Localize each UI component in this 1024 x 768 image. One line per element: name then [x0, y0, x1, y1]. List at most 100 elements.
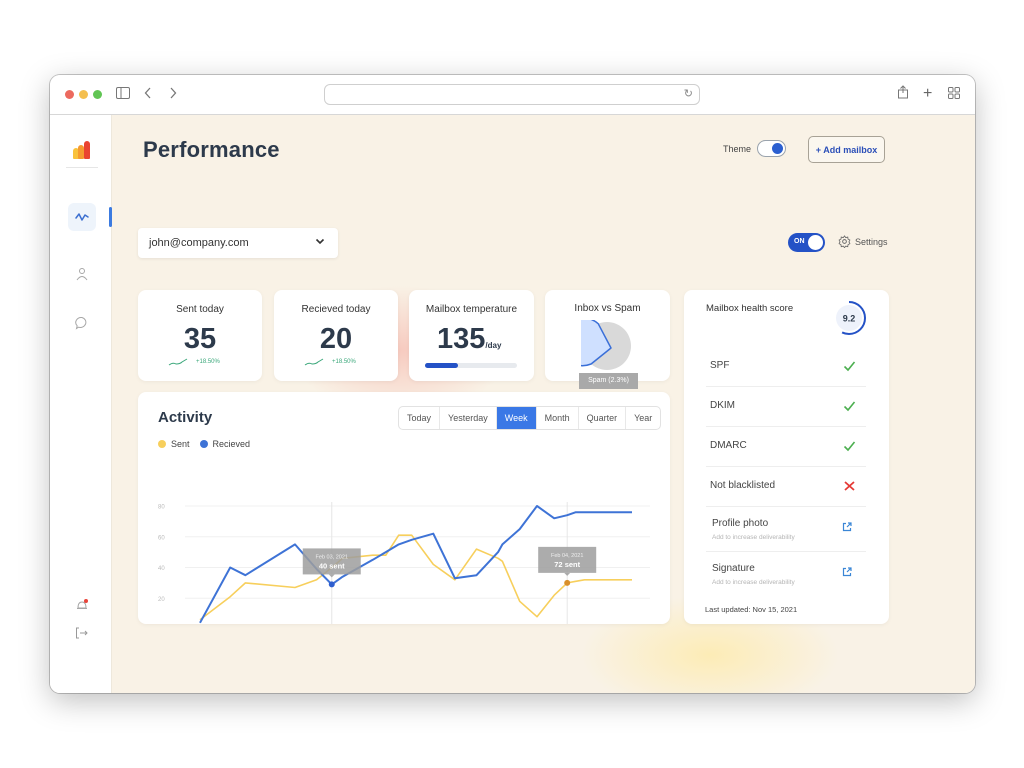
tooltip-date: Feb 04, 2021 [551, 553, 583, 559]
temperature-unit: /day [485, 341, 502, 350]
stat-trend: +18.50% [304, 358, 356, 366]
health-score-ring: 9.2 [832, 301, 866, 335]
share-icon[interactable] [897, 85, 909, 103]
theme-toggle[interactable] [757, 140, 786, 157]
back-icon[interactable] [144, 85, 152, 103]
stat-value: 35 [183, 323, 217, 355]
cross-icon [844, 481, 855, 491]
temperature-number: 135 [437, 323, 486, 355]
chevron-down-icon [315, 238, 325, 245]
mailbox-health-card: Mailbox health score 9.2 SPF DKIM DMARC Not… [684, 290, 889, 624]
y-tick-label: 80 [158, 505, 165, 511]
mailbox-temperature-card: Mailbox temperature 135/day [409, 290, 534, 381]
health-check-row: DMARC [706, 427, 866, 467]
check-icon [843, 401, 856, 412]
toggle-label: ON [794, 238, 805, 245]
spam-tooltip: Spam (2.3%) [579, 373, 638, 389]
user-icon [76, 268, 88, 281]
sidebar-item-activity[interactable] [68, 203, 96, 231]
action-label: Profile photo [712, 518, 769, 529]
health-check-row: DKIM [706, 387, 866, 427]
sparkline-icon [304, 358, 324, 366]
add-mailbox-button[interactable]: + Add mailbox [808, 136, 885, 163]
check-label: DMARC [710, 440, 747, 451]
sidebar-item-notifications[interactable] [68, 591, 96, 619]
check-icon [843, 361, 856, 372]
action-hint: Add to increase deliverability [712, 579, 795, 586]
temperature-progress-fill [425, 363, 459, 368]
tooltip-pointer [328, 574, 335, 578]
gear-icon [838, 235, 851, 248]
page-title: Performance [143, 137, 280, 162]
bell-icon [77, 599, 88, 609]
tooltip-date: Feb 03, 2021 [316, 554, 348, 560]
sidebar [50, 115, 112, 693]
trend-value: +18.50% [332, 359, 356, 365]
stat-title: Sent today [176, 304, 224, 315]
data-point-highlight[interactable] [328, 581, 335, 588]
check-label: Not blacklisted [710, 480, 776, 491]
stat-title: Inbox vs Spam [574, 303, 641, 314]
tooltip-pointer [564, 572, 571, 576]
theme-label: Theme [723, 144, 752, 154]
maximize-window-button[interactable] [93, 90, 102, 99]
inbox-vs-spam-card: Inbox vs Spam Spam (2.3%) [545, 290, 670, 389]
pulse-icon [75, 213, 89, 221]
inbox-spam-pie [581, 320, 631, 370]
new-tab-icon[interactable]: + [923, 85, 932, 103]
external-link-icon[interactable] [842, 522, 852, 532]
app-logo[interactable] [73, 141, 93, 159]
y-tick-label: 40 [158, 566, 165, 572]
temperature-progress [425, 363, 517, 368]
logout-icon [76, 627, 88, 639]
stat-title: Mailbox temperature [425, 304, 518, 315]
settings-label: Settings [855, 236, 888, 247]
last-updated: Last updated: Nov 15, 2021 [705, 605, 798, 614]
reload-icon[interactable]: ↻ [684, 87, 693, 100]
active-indicator [109, 207, 112, 227]
data-point-highlight[interactable] [564, 579, 571, 586]
sidebar-item-profile[interactable] [68, 260, 96, 288]
sidebar-item-logout[interactable] [68, 619, 96, 647]
sent-today-card: Sent today 35 +18.50% [138, 290, 262, 381]
action-label: Signature [712, 563, 755, 574]
health-action-row[interactable]: Profile photo Add to increase deliverabil… [706, 507, 866, 552]
minimize-window-button[interactable] [79, 90, 88, 99]
action-hint: Add to increase deliverability [712, 534, 795, 541]
sidebar-toggle-icon[interactable] [116, 85, 130, 103]
health-check-row: SPF [706, 347, 866, 387]
stat-value: 135/day [437, 323, 501, 356]
mailbox-select[interactable]: john@company.com [138, 228, 338, 258]
check-label: DKIM [710, 400, 735, 411]
health-score-value: 9.2 [843, 314, 856, 324]
stat-value: 20 [319, 323, 353, 355]
y-tick-label: 60 [158, 535, 165, 541]
sparkline-icon [168, 358, 188, 366]
sidebar-item-messages[interactable] [68, 309, 96, 337]
browser-toolbar: ↻ + [50, 75, 975, 115]
health-title: Mailbox health score [706, 303, 794, 314]
stat-trend: +18.50% [168, 358, 220, 366]
y-tick-label: 20 [158, 597, 165, 603]
tooltip-value: 40 sent [319, 561, 345, 570]
external-link-icon[interactable] [842, 567, 852, 577]
mailbox-enabled-toggle[interactable]: ON [788, 233, 825, 252]
activity-chart[interactable]: 020406080Feb 01, 2021Feb 05, 2021Feb 03,… [138, 392, 670, 624]
health-check-row: Not blacklisted [706, 467, 866, 507]
received-today-card: Recieved today 20 +18.50% [274, 290, 398, 381]
forward-icon[interactable] [169, 85, 177, 103]
activity-card: Activity Today Yesterday Week Month Quarter Y… [138, 392, 670, 624]
chat-icon [75, 316, 87, 330]
close-window-button[interactable] [65, 90, 74, 99]
health-action-row[interactable]: Signature Add to increase deliverability [706, 552, 866, 597]
browser-window: ↻ + Performance Theme + Add mailbox john… [50, 75, 975, 693]
toggle-knob [808, 235, 823, 250]
settings-button[interactable]: Settings [838, 235, 888, 248]
trend-value: +18.50% [196, 359, 220, 365]
app-content: Performance Theme + Add mailbox john@com… [50, 115, 975, 693]
toggle-knob [772, 142, 783, 154]
stat-title: Recieved today [301, 304, 371, 315]
tooltip-value: 72 sent [554, 560, 580, 569]
tab-overview-icon[interactable] [948, 85, 960, 103]
url-bar[interactable]: ↻ [324, 84, 700, 105]
